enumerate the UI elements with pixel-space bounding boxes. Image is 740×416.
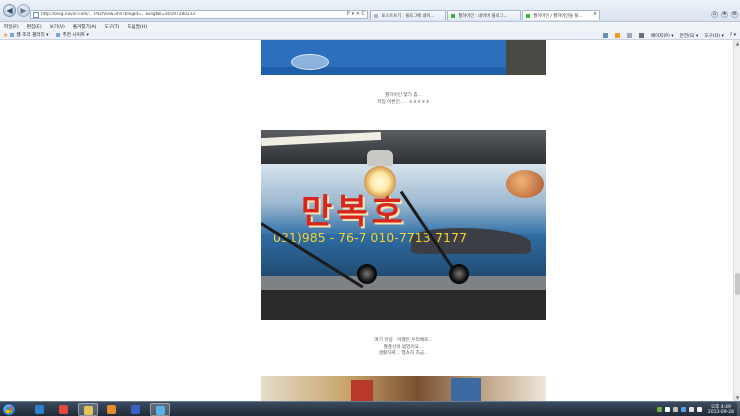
system-tray: 오후 4:49 2013-09-28 [656, 402, 740, 416]
print-icon[interactable] [638, 33, 644, 38]
post-photo-bottom [261, 376, 546, 401]
explorer-icon [84, 406, 93, 415]
tab-favicon [451, 13, 455, 18]
settings-icon[interactable]: ⚙ [731, 11, 738, 18]
mail-icon[interactable] [626, 33, 632, 38]
tab-3[interactable]: 월하어인 / 월하어인을 탈... [522, 10, 600, 20]
tray-icon[interactable] [696, 407, 702, 412]
help-menu[interactable]: ? ▾ [730, 33, 736, 38]
tray-icon[interactable] [656, 407, 662, 412]
tab-label: 포스트쓰기 : 블로그에 네이... [381, 14, 435, 19]
tab-2[interactable]: 월하어인 : 네이버 블로그... [447, 10, 521, 20]
menu-view[interactable]: 보기(V) [50, 24, 65, 30]
menu-file[interactable]: 파일(F) [4, 24, 19, 30]
forward-button[interactable]: ▶ [17, 4, 30, 17]
tab-1[interactable]: 포스트쓰기 : 블로그에 네이... [370, 10, 446, 20]
menu-bar: 파일(F) 편집(E) 보기(V) 즐겨찾기(A) 도구(T) 도움말(H) [0, 22, 740, 31]
post-caption-2: 여기 안녕 . 어쨌든 우리배로... 월풍선이 없었어요... 생활하게...… [374, 338, 433, 356]
web-slice-icon [10, 33, 15, 37]
taskbar-media-button[interactable] [102, 403, 122, 416]
post-photo-sign: 만복호 031)985 - 76-7 010-7713-7177 [261, 130, 546, 320]
scroll-thumb[interactable] [735, 273, 740, 295]
app-icon [131, 405, 140, 414]
tray-icon[interactable] [688, 407, 694, 412]
taskbar-app-button[interactable] [126, 403, 146, 416]
home-page-icon[interactable] [602, 33, 608, 38]
taskbar-ie-button[interactable] [30, 403, 50, 416]
chrome-icon [59, 405, 68, 414]
home-icon[interactable]: ⌂ [711, 11, 718, 18]
clock[interactable]: 오후 4:49 2013-09-28 [708, 405, 734, 415]
post-photo-top [261, 40, 546, 75]
tab-favicon [526, 13, 530, 18]
command-bar: 페이지(P) ▾ 안전(S) ▾ 도구(O) ▾ ? ▾ [602, 31, 736, 40]
menu-favorites[interactable]: 즐겨찾기(A) [73, 24, 97, 30]
url-text[interactable]: http://blog.naver.com/... PostView.nhn?b… [41, 12, 195, 17]
page-content: 월하어인 닻기 좀... 저입 어른인..... ㅎㅎㅎㅎㅎ 만복호 031)9… [0, 40, 733, 401]
tray-icon[interactable] [672, 407, 678, 412]
address-tools[interactable]: ℙ ▾ ✕ C [347, 11, 365, 17]
tray-icon[interactable] [680, 407, 686, 412]
scroll-up-icon[interactable]: ▲ [734, 40, 740, 47]
tab-favicon [374, 13, 378, 18]
ie-icon [35, 405, 44, 414]
vertical-scrollbar[interactable]: ▲ ▼ [733, 40, 740, 401]
shop-sign: 만복호 031)985 - 76-7 010-7713-7177 [261, 164, 546, 276]
fish-illustration [506, 170, 544, 198]
browser-window: ◀ ▶ http://blog.naver.com/... PostView.n… [0, 0, 740, 416]
tab-label: 월하어인 / 월하어인을 탈... [533, 14, 583, 19]
menu-tools[interactable]: 도구(T) [104, 24, 119, 30]
tray-icon[interactable] [664, 407, 670, 412]
title-bar: ◀ ▶ http://blog.naver.com/... PostView.n… [0, 0, 740, 22]
feeds-icon[interactable] [614, 33, 620, 38]
lamp [364, 166, 396, 198]
taskbar-explorer-button[interactable] [78, 403, 98, 416]
taskbar-chrome-button[interactable] [54, 403, 74, 416]
suggested-sites-icon [56, 33, 61, 37]
menu-edit[interactable]: 편집(E) [27, 24, 42, 30]
media-icon [107, 405, 116, 414]
ie-active-icon [156, 406, 165, 415]
back-button[interactable]: ◀ [3, 4, 16, 17]
favorites-icon[interactable]: ★ [721, 11, 728, 18]
clock-date: 2013-09-28 [707, 409, 734, 415]
safety-menu[interactable]: 안전(S) ▾ [680, 33, 699, 39]
post-caption-1: 월하어인 닻기 좀... 저입 어른인..... ㅎㅎㅎㅎㅎ [377, 93, 430, 105]
page-menu[interactable]: 페이지(P) ▾ [651, 33, 674, 39]
web-slice-gallery-link[interactable]: 웹 조각 갤러리 ▾ [10, 32, 48, 38]
tab-close-icon[interactable]: × [593, 11, 599, 18]
menu-help[interactable]: 도움말(H) [127, 24, 147, 30]
scroll-down-icon[interactable]: ▼ [734, 394, 740, 401]
favorites-star-icon[interactable]: ★ [3, 32, 8, 39]
start-button[interactable] [2, 403, 16, 416]
clock-time: 오후 4:49 [711, 404, 731, 410]
taskbar-ie-active-button[interactable] [150, 403, 170, 416]
address-bar[interactable]: http://blog.naver.com/... PostView.nhn?b… [30, 10, 368, 19]
page-icon [33, 11, 39, 18]
tab-label: 월하어인 : 네이버 블로그... [458, 14, 508, 19]
suggested-sites-link[interactable]: 추천 사이트 ▾ [56, 32, 89, 38]
tools-menu[interactable]: 도구(O) ▾ [704, 33, 723, 39]
taskbar: 오후 4:49 2013-09-28 [0, 401, 740, 416]
